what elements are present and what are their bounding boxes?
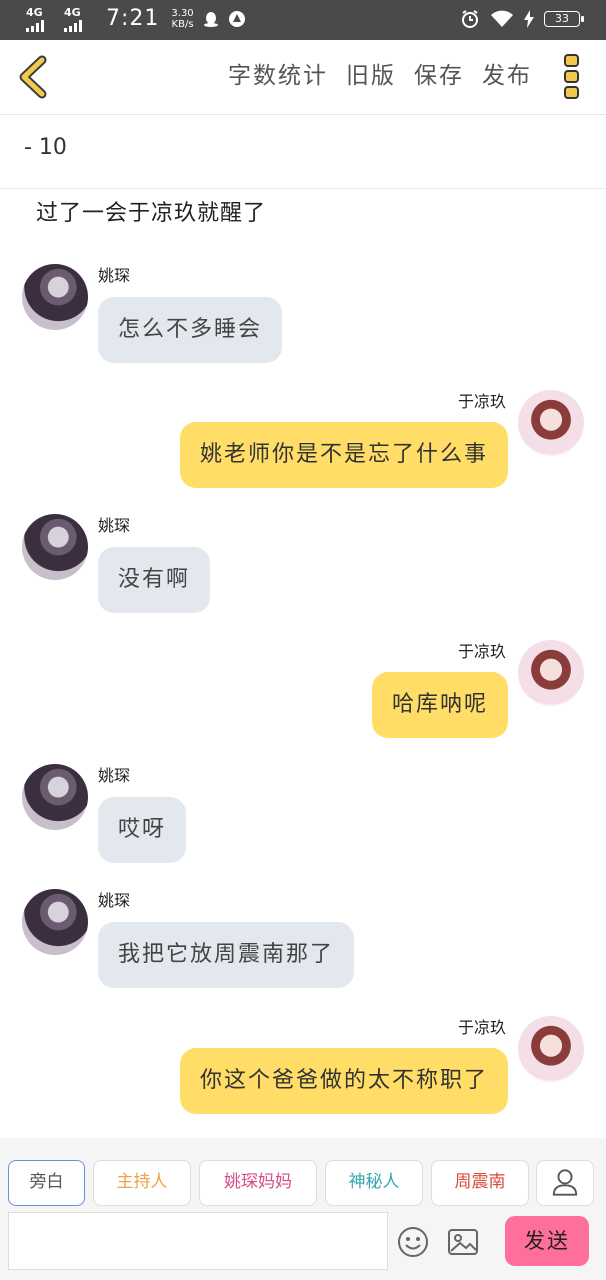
publish-button[interactable]: 发布 (482, 60, 532, 92)
message-item[interactable]: 姚琛 没有啊 (0, 512, 606, 622)
message-bubble[interactable]: 我把它放周震南那了 (98, 922, 355, 988)
status-bar: 4G 4G 7:21 3.30 KB/s 33 (0, 0, 606, 40)
emoji-icon[interactable] (397, 1226, 429, 1258)
sender-name: 姚琛 (98, 766, 131, 785)
editor-toolbar: 字数统计 旧版 保存 发布 (0, 40, 606, 115)
message-bubble[interactable]: 你这个爸爸做的太不称职了 (179, 1048, 508, 1114)
sender-name: 于凉玖 (457, 1018, 506, 1037)
role-mystery[interactable]: 神秘人 (325, 1160, 423, 1206)
role-host[interactable]: 主持人 (93, 1160, 191, 1206)
compose-bar: 旁白 主持人 姚琛妈妈 神秘人 周震南 发送 (0, 1138, 606, 1280)
avatar[interactable] (22, 764, 88, 830)
signal-4g-1: 4G (26, 7, 56, 32)
signal-label: 4G (26, 5, 43, 19)
sender-name: 姚琛 (98, 516, 131, 535)
avatar[interactable] (22, 264, 88, 330)
role-yaochen-mother[interactable]: 姚琛妈妈 (199, 1160, 317, 1206)
sender-name: 于凉玖 (457, 392, 506, 411)
message-bubble[interactable]: 怎么不多睡会 (98, 297, 283, 363)
qq-icon (203, 12, 218, 27)
save-button[interactable]: 保存 (414, 60, 464, 92)
message-item[interactable]: 于凉玖 你这个爸爸做的太不称职了 (0, 1014, 606, 1124)
signal-bars-icon (26, 19, 44, 32)
avatar[interactable] (22, 514, 88, 580)
wifi-icon (491, 10, 513, 27)
message-bubble[interactable]: 姚老师你是不是忘了什么事 (179, 422, 508, 488)
avatar[interactable] (22, 889, 88, 955)
message-item[interactable]: 姚琛 哎呀 (0, 762, 606, 872)
message-item[interactable]: 于凉玖 哈库呐呢 (0, 638, 606, 748)
message-bubble[interactable]: 哎呀 (98, 797, 187, 863)
user-icon (552, 1169, 578, 1196)
signal-4g-2: 4G (64, 7, 94, 32)
battery-indicator: 33 (544, 11, 584, 27)
back-arrow-icon[interactable] (14, 54, 54, 100)
chapter-title-row[interactable]: - 10 (0, 115, 606, 189)
speed-value: 3.30 (171, 8, 194, 19)
message-bubble[interactable]: 没有啊 (98, 547, 211, 613)
sender-name: 姚琛 (98, 266, 131, 285)
more-menu-icon[interactable] (562, 52, 582, 102)
add-role-button[interactable] (536, 1160, 594, 1206)
message-bubble[interactable]: 哈库呐呢 (371, 672, 508, 738)
old-version-button[interactable]: 旧版 (346, 60, 396, 92)
clock: 7:21 (106, 6, 160, 31)
role-narrator[interactable]: 旁白 (8, 1160, 85, 1206)
image-icon[interactable] (447, 1226, 479, 1258)
message-item[interactable]: 姚琛 怎么不多睡会 (0, 262, 606, 372)
network-speed: 3.30 KB/s (171, 8, 193, 30)
message-item[interactable]: 姚琛 我把它放周震南那了 (0, 887, 606, 997)
avatar[interactable] (518, 390, 584, 456)
word-count-button[interactable]: 字数统计 (228, 60, 328, 92)
sender-name: 于凉玖 (457, 642, 506, 661)
chapter-title: - 10 (24, 135, 67, 160)
message-item[interactable]: 于凉玖 姚老师你是不是忘了什么事 (0, 388, 606, 498)
signal-label: 4G (64, 5, 81, 19)
avatar[interactable] (518, 1016, 584, 1082)
sender-name: 姚琛 (98, 891, 131, 910)
app-notification-icon (228, 11, 245, 27)
charging-icon (524, 10, 534, 28)
role-zhouzhennan[interactable]: 周震南 (431, 1160, 529, 1206)
narration-text: 过了一会于凉玖就醒了 (36, 201, 267, 226)
alarm-icon (462, 10, 478, 28)
message-input[interactable] (8, 1212, 388, 1270)
signal-bars-icon (64, 19, 82, 32)
speed-unit: KB/s (171, 19, 194, 30)
avatar[interactable] (518, 640, 584, 706)
role-selector: 旁白 主持人 姚琛妈妈 神秘人 周震南 (8, 1160, 529, 1206)
send-button[interactable]: 发送 (505, 1216, 589, 1266)
